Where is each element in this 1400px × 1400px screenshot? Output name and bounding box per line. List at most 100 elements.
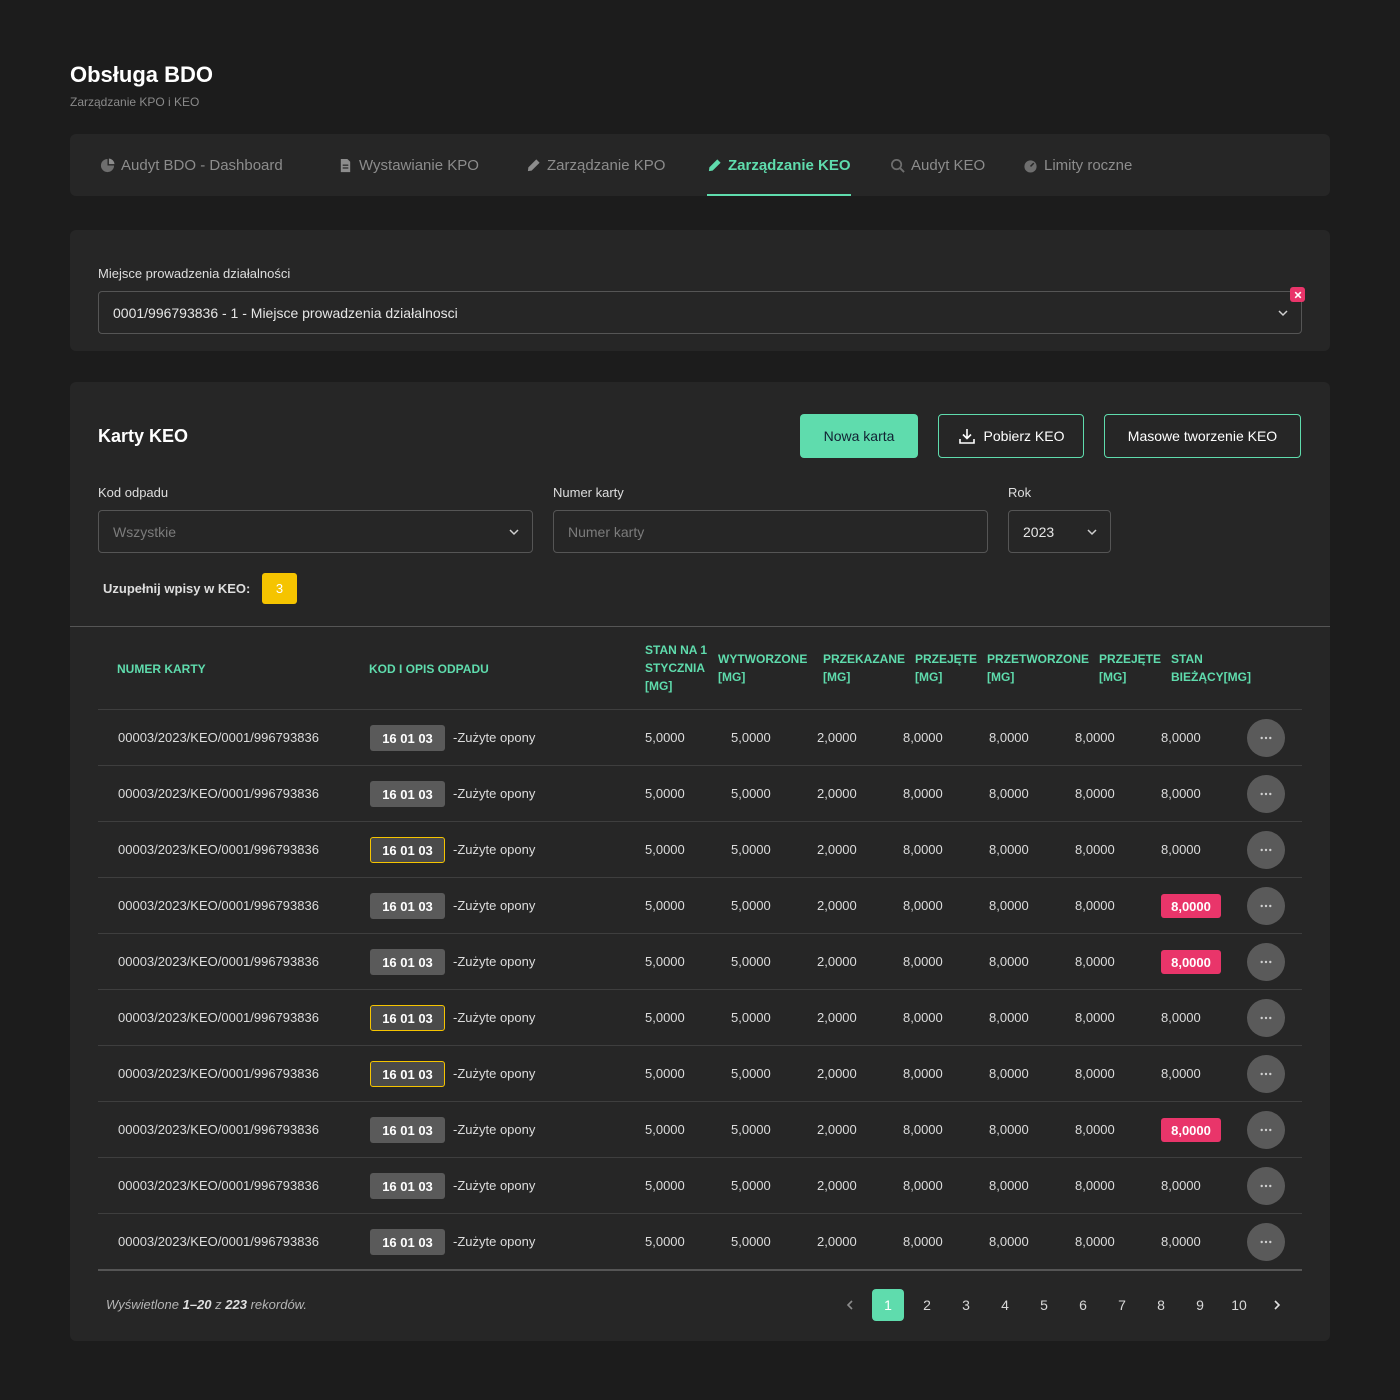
chevron-down-icon bbox=[1278, 310, 1288, 317]
more-dots-icon bbox=[1260, 1072, 1272, 1076]
card-number[interactable]: 00003/2023/KEO/0001/996793836 bbox=[118, 710, 319, 765]
row-more-button[interactable] bbox=[1247, 719, 1285, 757]
value-v3: 2,0000 bbox=[817, 730, 857, 745]
page-button[interactable]: 10 bbox=[1223, 1289, 1255, 1321]
card-number[interactable]: 00003/2023/KEO/0001/996793836 bbox=[118, 1158, 319, 1213]
more-dots-icon bbox=[1260, 1016, 1272, 1020]
code-filter-select[interactable]: Wszystkie bbox=[98, 510, 533, 553]
year-filter-label: Rok bbox=[1008, 485, 1032, 500]
value-v1: 5,0000 bbox=[645, 730, 685, 745]
row-more-button[interactable] bbox=[1247, 943, 1285, 981]
header-przetworzone[interactable]: PRZETWORZONE [Mg] bbox=[987, 650, 1089, 686]
value-v2: 5,0000 bbox=[731, 842, 771, 857]
clear-icon[interactable] bbox=[1290, 287, 1305, 302]
value-v5: 8,0000 bbox=[989, 786, 1029, 801]
row-more-button[interactable] bbox=[1247, 1055, 1285, 1093]
page-button[interactable]: 5 bbox=[1028, 1289, 1060, 1321]
more-dots-icon bbox=[1260, 904, 1272, 908]
tab-limity-roczne[interactable]: Limity roczne bbox=[1023, 134, 1132, 196]
stan-alert-badge: 8,0000 bbox=[1161, 1118, 1221, 1142]
table-row[interactable]: 00003/2023/KEO/0001/996793836 16 01 03 -Zu… bbox=[98, 1158, 1302, 1214]
table-row[interactable]: 00003/2023/KEO/0001/996793836 16 01 03 -Zu… bbox=[98, 1102, 1302, 1158]
table-row[interactable]: 00003/2023/KEO/0001/996793836 16 01 03 -Zu… bbox=[98, 1046, 1302, 1102]
value-v3: 2,0000 bbox=[817, 1178, 857, 1193]
table-row[interactable]: 00003/2023/KEO/0001/996793836 16 01 03 -Zu… bbox=[98, 710, 1302, 766]
page-button[interactable]: 3 bbox=[950, 1289, 982, 1321]
waste-description: -Zużyte opony bbox=[453, 842, 536, 857]
tab-wystawianie-kpo[interactable]: Wystawianie KPO bbox=[338, 134, 479, 196]
waste-code-tag: 16 01 03 bbox=[370, 893, 445, 919]
card-number[interactable]: 00003/2023/KEO/0001/996793836 bbox=[118, 878, 319, 933]
code-filter-label: Kod odpadu bbox=[98, 485, 169, 500]
card-number[interactable]: 00003/2023/KEO/0001/996793836 bbox=[118, 1046, 319, 1101]
row-more-button[interactable] bbox=[1247, 831, 1285, 869]
year-filter-select[interactable]: 2023 bbox=[1008, 510, 1111, 553]
value-v3: 2,0000 bbox=[817, 1066, 857, 1081]
header-stan-1-stycznia[interactable]: STAN NA 1 STYCZNIA [Mg] bbox=[645, 641, 707, 695]
tab-audyt-keo[interactable]: Audyt KEO bbox=[890, 134, 985, 196]
more-dots-icon bbox=[1260, 960, 1272, 964]
card-number[interactable]: 00003/2023/KEO/0001/996793836 bbox=[118, 1102, 319, 1157]
value-v1: 5,0000 bbox=[645, 1178, 685, 1193]
value-v4: 8,0000 bbox=[903, 1178, 943, 1193]
table-row[interactable]: 00003/2023/KEO/0001/996793836 16 01 03 -Zu… bbox=[98, 934, 1302, 990]
card-number[interactable]: 00003/2023/KEO/0001/996793836 bbox=[118, 934, 319, 989]
card-number[interactable]: 00003/2023/KEO/0001/996793836 bbox=[118, 822, 319, 877]
keo-count-badge[interactable]: 3 bbox=[262, 573, 297, 604]
header-line: [Mg] bbox=[645, 679, 673, 693]
table-row[interactable]: 00003/2023/KEO/0001/996793836 16 01 03 -Zu… bbox=[98, 878, 1302, 934]
chevron-down-icon bbox=[1087, 529, 1097, 536]
header-przekazane[interactable]: PRZEKAZANE [Mg] bbox=[823, 650, 905, 686]
header-line: PRZEKAZANE bbox=[823, 652, 906, 666]
waste-description: -Zużyte opony bbox=[453, 898, 536, 913]
header-code[interactable]: Kod i opis odpadu bbox=[369, 660, 489, 678]
page-button[interactable]: 6 bbox=[1067, 1289, 1099, 1321]
prev-page-button[interactable] bbox=[834, 1289, 866, 1321]
location-select[interactable]: 0001/996793836 - 1 - Miejsce prowadzenia… bbox=[98, 291, 1302, 334]
card-number[interactable]: 00003/2023/KEO/0001/996793836 bbox=[118, 990, 319, 1045]
page-button[interactable]: 4 bbox=[989, 1289, 1021, 1321]
value-v2: 5,0000 bbox=[731, 1066, 771, 1081]
page-button[interactable]: 8 bbox=[1145, 1289, 1177, 1321]
next-page-button[interactable] bbox=[1261, 1289, 1293, 1321]
page-button[interactable]: 2 bbox=[911, 1289, 943, 1321]
header-przejete-2[interactable]: PRZEJĘTE [Mg] bbox=[1099, 650, 1161, 686]
number-filter-label: Numer karty bbox=[553, 485, 624, 500]
page-button[interactable]: 1 bbox=[872, 1289, 904, 1321]
tab-audyt-bdo-dashboard[interactable]: Audyt BDO - Dashboard bbox=[100, 134, 283, 196]
value-v4: 8,0000 bbox=[903, 1066, 943, 1081]
row-more-button[interactable] bbox=[1247, 1111, 1285, 1149]
cards-panel: Karty KEO Nowa karta Pobierz KEO Masowe … bbox=[70, 382, 1330, 1341]
header-wytworzone[interactable]: WYTWORZONE [Mg] bbox=[718, 650, 807, 686]
value-v1: 5,0000 bbox=[645, 1234, 685, 1249]
page-button[interactable]: 9 bbox=[1184, 1289, 1216, 1321]
header-przejete[interactable]: PRZEJĘTE [Mg] bbox=[915, 650, 977, 686]
card-number[interactable]: 00003/2023/KEO/0001/996793836 bbox=[118, 766, 319, 821]
page-button[interactable]: 7 bbox=[1106, 1289, 1138, 1321]
table-row[interactable]: 00003/2023/KEO/0001/996793836 16 01 03 -Zu… bbox=[98, 1214, 1302, 1270]
value-v2: 5,0000 bbox=[731, 1234, 771, 1249]
header-stan-biezacy[interactable]: STAN BIEŻĄCY[Mg] bbox=[1171, 650, 1251, 686]
table-row[interactable]: 00003/2023/KEO/0001/996793836 16 01 03 -Zu… bbox=[98, 822, 1302, 878]
tab-zarzadzanie-kpo[interactable]: Zarządzanie KPO bbox=[526, 134, 665, 196]
card-number[interactable]: 00003/2023/KEO/0001/996793836 bbox=[118, 1214, 319, 1269]
header-line: STAN bbox=[1171, 652, 1203, 666]
value-v7: 8,0000 bbox=[1161, 1066, 1201, 1081]
value-v3: 2,0000 bbox=[817, 1122, 857, 1137]
tab-zarzadzanie-keo[interactable]: Zarządzanie KEO bbox=[707, 134, 851, 196]
row-more-button[interactable] bbox=[1247, 1167, 1285, 1205]
header-number[interactable]: Numer karty bbox=[117, 660, 206, 678]
row-more-button[interactable] bbox=[1247, 999, 1285, 1037]
bulk-create-button[interactable]: Masowe tworzenie KEO bbox=[1104, 414, 1301, 458]
table-row[interactable]: 00003/2023/KEO/0001/996793836 16 01 03 -Zu… bbox=[98, 766, 1302, 822]
row-more-button[interactable] bbox=[1247, 887, 1285, 925]
more-dots-icon bbox=[1260, 736, 1272, 740]
table-row[interactable]: 00003/2023/KEO/0001/996793836 16 01 03 -Zu… bbox=[98, 990, 1302, 1046]
number-filter-input[interactable]: Numer karty bbox=[553, 510, 988, 553]
row-more-button[interactable] bbox=[1247, 1223, 1285, 1261]
download-keo-button[interactable]: Pobierz KEO bbox=[938, 414, 1084, 458]
row-more-button[interactable] bbox=[1247, 775, 1285, 813]
new-card-button[interactable]: Nowa karta bbox=[800, 414, 918, 458]
header-line: [Mg] bbox=[1099, 670, 1127, 684]
value-v3: 2,0000 bbox=[817, 898, 857, 913]
